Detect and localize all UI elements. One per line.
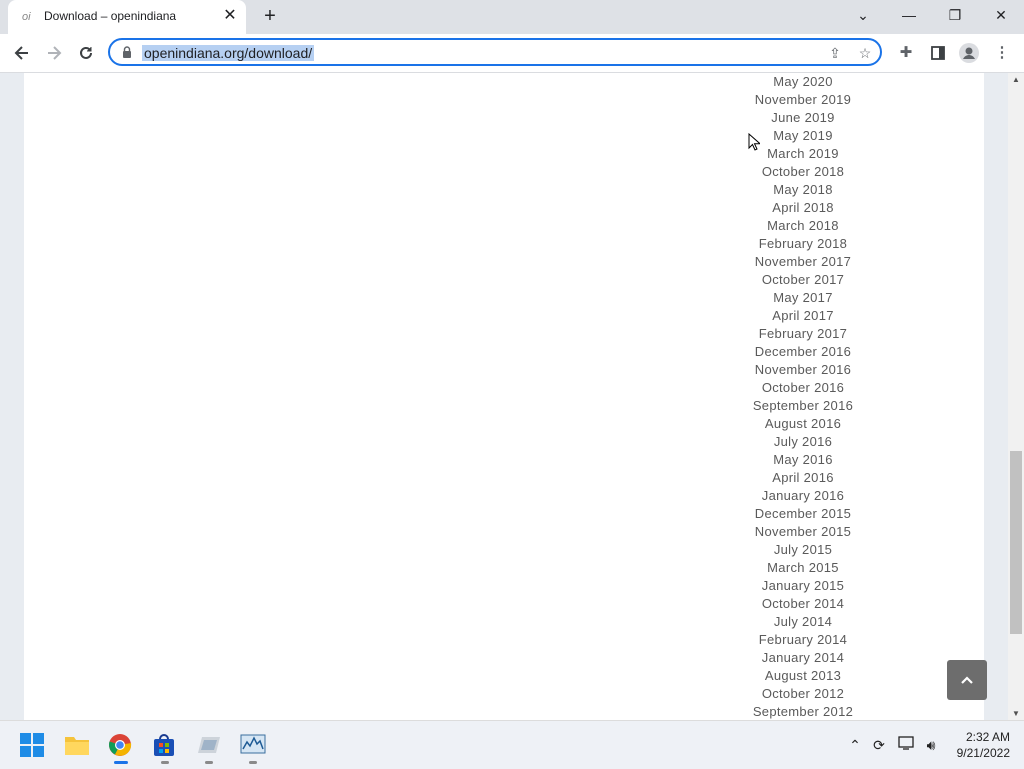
running-app-indicator [249, 761, 257, 764]
taskbar-app-monitor[interactable] [240, 733, 266, 764]
chrome-menu-icon[interactable]: ⋮ [992, 43, 1012, 63]
reload-button[interactable] [74, 41, 98, 65]
scroll-up-arrow-icon[interactable]: ▲ [1012, 75, 1020, 84]
archive-month-link[interactable]: July 2015 [727, 541, 879, 559]
archive-month-link[interactable]: October 2016 [727, 379, 879, 397]
forward-button[interactable] [42, 41, 66, 65]
archive-month-link[interactable]: August 2016 [727, 415, 879, 433]
extensions-puzzle-icon[interactable]: ✚ [896, 43, 916, 63]
archive-month-link[interactable]: July 2014 [727, 613, 879, 631]
archive-month-link[interactable]: June 2019 [727, 109, 879, 127]
archive-month-link[interactable]: October 2012 [727, 685, 879, 703]
archive-month-link[interactable]: February 2018 [727, 235, 879, 253]
clock-time: 2:32 AM [965, 730, 1010, 744]
new-tab-button[interactable]: + [260, 6, 280, 26]
archive-month-link[interactable]: March 2015 [727, 559, 879, 577]
taskbar-file-explorer[interactable] [64, 733, 90, 759]
archive-month-link[interactable]: February 2017 [727, 325, 879, 343]
folder-icon [65, 737, 89, 755]
archive-month-link[interactable]: November 2016 [727, 361, 879, 379]
sync-icon[interactable]: ⟳ [869, 735, 889, 755]
mouse-cursor-icon [748, 133, 760, 151]
chrome-icon [109, 734, 132, 756]
archive-month-list: May 2020 November 2019 June 2019 May 2019 Ma… [727, 73, 879, 720]
bookmark-star-icon[interactable]: ☆ [856, 44, 874, 62]
back-to-top-button[interactable] [947, 660, 987, 700]
side-panel-icon[interactable] [928, 43, 948, 63]
volume-icon[interactable]: 🔊︎ [921, 735, 941, 755]
active-app-indicator [114, 761, 128, 764]
profile-person-glyph [959, 43, 979, 63]
archive-month-link[interactable]: September 2012 [727, 703, 879, 720]
back-button[interactable] [10, 41, 34, 65]
page-content: May 2020 November 2019 June 2019 May 2019 Ma… [24, 73, 984, 720]
clock-date: 9/21/2022 [956, 746, 1010, 760]
archive-month-link[interactable]: July 2016 [727, 433, 879, 451]
address-bar[interactable]: openindiana.org/download/ ⇪ ☆ [108, 38, 882, 66]
archive-month-link[interactable]: April 2017 [727, 307, 879, 325]
side-panel-glyph [931, 46, 945, 60]
forward-arrow-icon [48, 46, 62, 60]
tab-search-button[interactable]: ⌄ [840, 0, 886, 30]
taskbar-store[interactable] [152, 733, 178, 764]
archive-month-link[interactable]: November 2019 [727, 91, 879, 109]
browser-tab[interactable]: oi Download – openindiana ✕ [8, 0, 246, 34]
archive-month-link[interactable]: January 2016 [727, 487, 879, 505]
share-icon[interactable]: ⇪ [826, 44, 844, 62]
browser-toolbar: openindiana.org/download/ ⇪ ☆ ✚ ⋮ [0, 34, 1024, 73]
tab-title: Download – openindiana [44, 9, 177, 23]
scrollbar-thumb[interactable] [1010, 451, 1022, 634]
archive-month-link[interactable]: April 2018 [727, 199, 879, 217]
close-window-button[interactable]: ✕ [978, 0, 1024, 30]
virtual-machine-icon [198, 737, 220, 753]
page-scrollbar[interactable]: ▲ ▼ [1008, 73, 1024, 720]
taskbar-chrome[interactable] [108, 733, 134, 764]
taskbar-clock[interactable]: 2:32 AM 9/21/2022 [948, 729, 1010, 761]
reload-icon [80, 46, 92, 59]
network-monitor-glyph [898, 736, 914, 750]
show-hidden-icons-chevron-icon[interactable]: ⌃ [845, 735, 865, 755]
archive-month-link[interactable]: May 2016 [727, 451, 879, 469]
windows-taskbar: ⌃ ⟳ 🔊︎ 2:32 AM 9/21/2022 [0, 720, 1024, 769]
archive-month-link[interactable]: August 2013 [727, 667, 879, 685]
archive-month-link[interactable]: October 2017 [727, 271, 879, 289]
running-app-indicator [161, 761, 169, 764]
archive-month-link[interactable]: November 2017 [727, 253, 879, 271]
lock-icon [123, 46, 131, 58]
tab-strip: oi Download – openindiana ✕ + ⌄ — ❐ ✕ [0, 0, 1024, 34]
archive-month-link[interactable]: February 2014 [727, 631, 879, 649]
openindiana-favicon-icon: oi [22, 11, 31, 23]
archive-month-link[interactable]: September 2016 [727, 397, 879, 415]
archive-month-link[interactable]: January 2015 [727, 577, 879, 595]
archive-month-link[interactable]: January 2014 [727, 649, 879, 667]
windows-logo-icon [20, 733, 44, 757]
archive-month-link[interactable]: December 2016 [727, 343, 879, 361]
archive-month-link[interactable]: October 2018 [727, 163, 879, 181]
archive-month-link[interactable]: May 2020 [727, 73, 879, 91]
minimize-button[interactable]: — [886, 0, 932, 30]
profile-avatar-icon[interactable] [959, 43, 979, 63]
archive-month-link[interactable]: May 2017 [727, 289, 879, 307]
start-button[interactable] [20, 733, 46, 759]
taskbar-app-vm[interactable] [196, 733, 222, 764]
running-app-indicator [205, 761, 213, 764]
back-arrow-icon [14, 46, 28, 60]
archive-month-link[interactable]: December 2015 [727, 505, 879, 523]
maximize-button[interactable]: ❐ [932, 0, 978, 30]
archive-month-link[interactable]: March 2018 [727, 217, 879, 235]
network-icon[interactable] [897, 735, 917, 755]
performance-monitor-icon [240, 734, 266, 754]
scroll-down-arrow-icon[interactable]: ▼ [1012, 709, 1020, 718]
archive-month-link[interactable]: April 2016 [727, 469, 879, 487]
archive-month-link[interactable]: May 2018 [727, 181, 879, 199]
archive-month-link[interactable]: November 2015 [727, 523, 879, 541]
archive-month-link[interactable]: October 2014 [727, 595, 879, 613]
chevron-up-icon [961, 676, 973, 684]
url-text[interactable]: openindiana.org/download/ [142, 45, 315, 61]
tab-close-icon[interactable]: ✕ [222, 8, 238, 24]
store-bag-icon [154, 734, 174, 756]
